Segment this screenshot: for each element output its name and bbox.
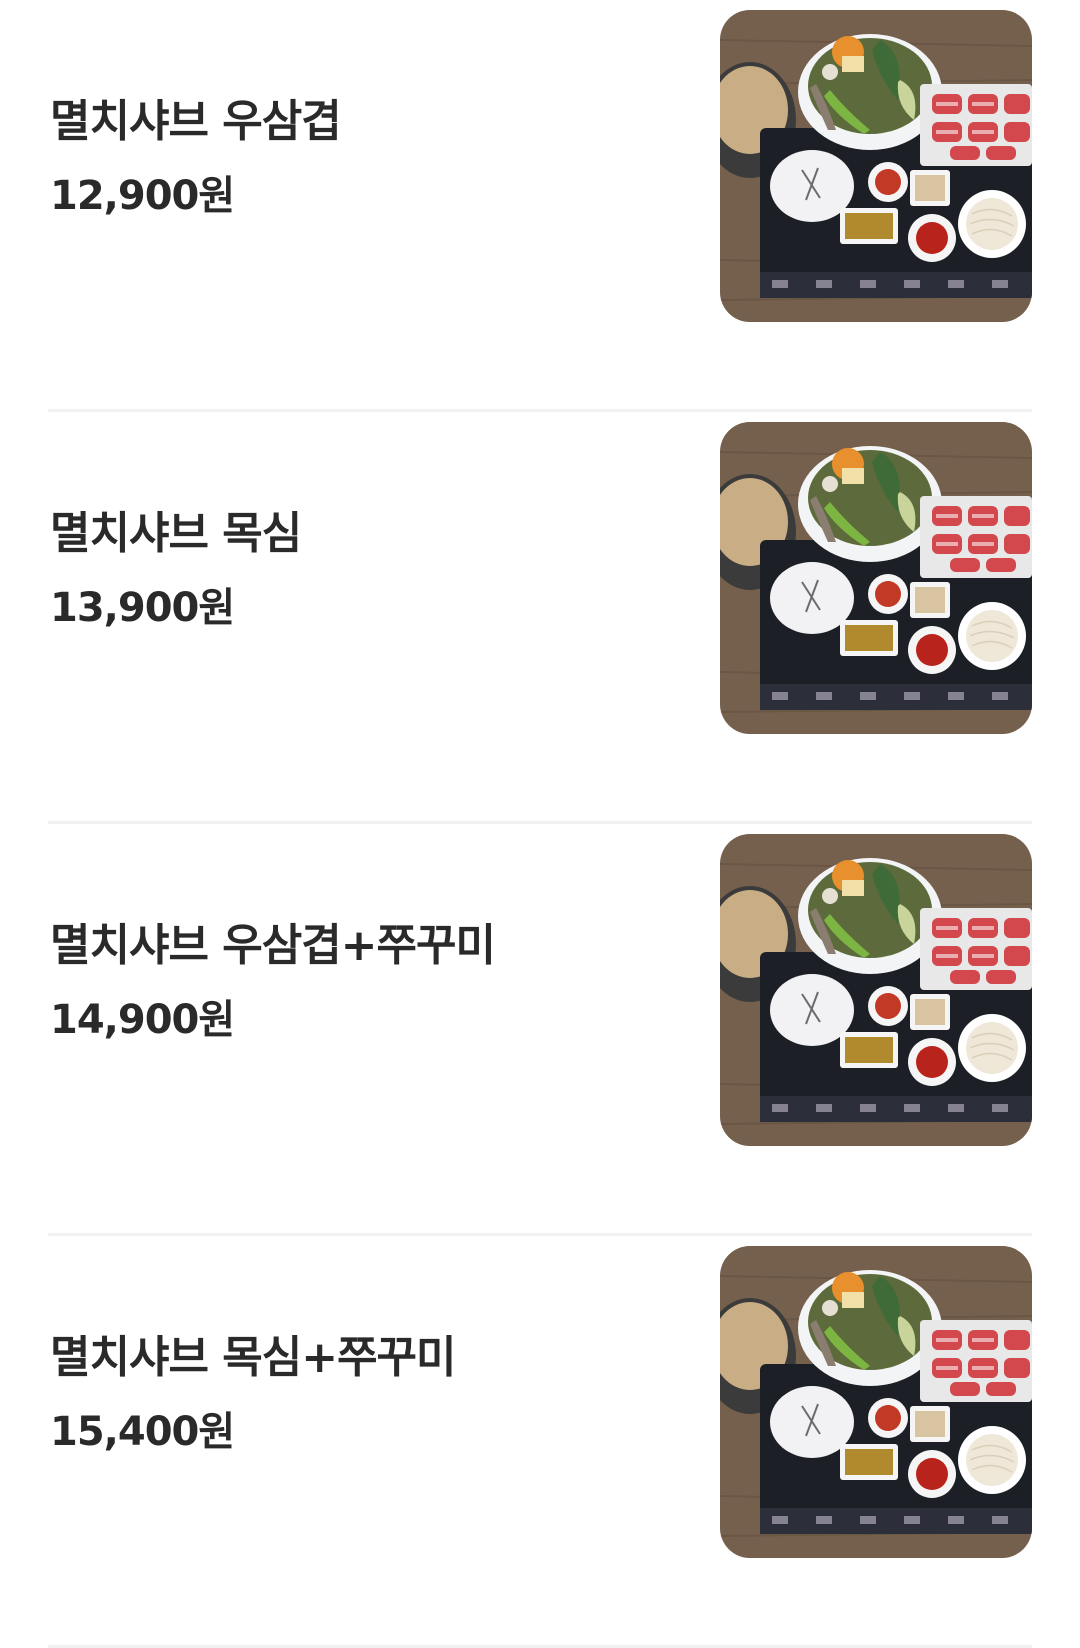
menu-item[interactable]: 멸치샤브 우삼겹 12,900원 [48, 0, 1032, 412]
menu-item-text: 멸치샤브 우삼겹 12,900원 [50, 92, 342, 222]
menu-item-name[interactable]: 멸치샤브 우삼겹+쭈꾸미 [50, 916, 496, 976]
menu-item-name[interactable]: 멸치샤브 목심 [50, 504, 302, 564]
menu-item[interactable]: 멸치샤브 우삼겹+쭈꾸미 14,900원 [48, 824, 1032, 1236]
menu-item-price: 14,900원 [50, 997, 235, 1043]
menu-item-price: 15,400원 [50, 1409, 235, 1455]
menu-list: 멸치샤브 우삼겹 12,900원 멸치샤브 목심 13,900원 멸치샤브 우삼… [0, 0, 1080, 1648]
menu-item-text: 멸치샤브 목심 13,900원 [50, 504, 302, 634]
menu-item-photo[interactable] [720, 422, 1032, 734]
menu-item-name[interactable]: 멸치샤브 우삼겹 [50, 92, 342, 152]
menu-item-photo[interactable] [720, 1246, 1032, 1558]
menu-item-price: 12,900원 [50, 173, 235, 219]
menu-item-photo[interactable] [720, 834, 1032, 1146]
menu-item[interactable]: 멸치샤브 목심 13,900원 [48, 412, 1032, 824]
menu-item-text: 멸치샤브 목심+쭈꾸미 15,400원 [50, 1328, 457, 1458]
menu-item-price: 13,900원 [50, 585, 235, 631]
menu-item-text: 멸치샤브 우삼겹+쭈꾸미 14,900원 [50, 916, 496, 1046]
menu-item-photo[interactable] [720, 10, 1032, 322]
menu-item[interactable]: 멸치샤브 목심+쭈꾸미 15,400원 [48, 1236, 1032, 1648]
menu-item-name[interactable]: 멸치샤브 목심+쭈꾸미 [50, 1328, 457, 1388]
